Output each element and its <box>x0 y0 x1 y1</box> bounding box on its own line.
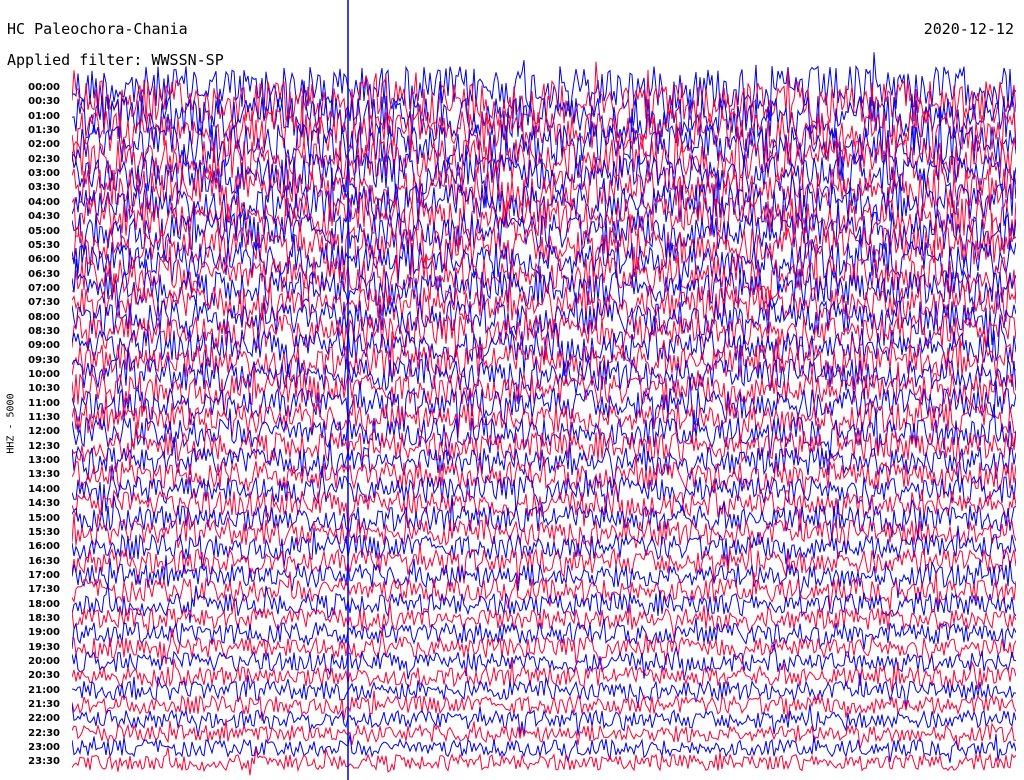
time-axis: 00:00 00:30 01:00 01:30 02:00 02:30 03:00 03:30… <box>0 0 70 780</box>
trace-row <box>72 495 1016 541</box>
time-label: 17:30 <box>28 584 60 596</box>
time-label: 06:00 <box>28 254 60 266</box>
time-label: 08:30 <box>28 325 60 337</box>
time-label: 00:30 <box>28 96 60 108</box>
time-label: 14:00 <box>28 483 60 495</box>
time-label: 09:00 <box>28 340 60 352</box>
time-label: 05:00 <box>28 225 60 237</box>
time-label: 23:30 <box>28 756 60 768</box>
time-label: 10:00 <box>28 369 60 380</box>
time-label: 21:00 <box>28 684 60 696</box>
time-label: 06:30 <box>28 268 60 280</box>
time-label: 19:00 <box>28 627 60 639</box>
time-label: 09:30 <box>28 354 60 366</box>
time-label: 05:30 <box>28 239 60 251</box>
time-label: 20:30 <box>28 670 60 682</box>
time-label: 01:30 <box>28 125 60 137</box>
time-label: 14:30 <box>28 498 60 510</box>
time-label: 11:30 <box>28 412 60 424</box>
time-label: 18:30 <box>28 612 60 624</box>
time-label: 23:00 <box>28 742 60 754</box>
time-label: 10:30 <box>28 383 60 395</box>
time-label: 02:30 <box>28 153 60 165</box>
time-label: 15:00 <box>28 512 60 524</box>
time-label: 21:30 <box>28 699 60 711</box>
time-label: 07:30 <box>28 297 60 309</box>
time-label: 11:00 <box>28 397 60 409</box>
trace-row <box>72 617 1016 651</box>
helicorder-traces <box>72 0 1016 780</box>
time-label: 08:00 <box>28 311 60 323</box>
trace-row <box>72 180 1016 252</box>
time-label: 13:00 <box>28 455 60 467</box>
time-label: 18:00 <box>28 598 60 610</box>
time-label: 12:00 <box>28 426 60 438</box>
time-label: 13:30 <box>28 469 60 481</box>
trace-row <box>72 540 1016 585</box>
time-label: 22:30 <box>28 727 60 739</box>
time-label: 01:00 <box>28 110 60 122</box>
time-label: 16:30 <box>28 555 60 567</box>
time-label: 15:30 <box>28 526 60 538</box>
time-label: 22:00 <box>28 713 60 725</box>
time-label: 02:00 <box>28 139 60 151</box>
time-label: 03:30 <box>28 182 60 194</box>
time-label: 03:00 <box>28 168 60 180</box>
trace-row <box>72 658 1016 693</box>
time-label: 07:00 <box>28 282 60 294</box>
time-label: 04:30 <box>28 211 60 223</box>
time-label: 17:00 <box>28 569 60 581</box>
time-label: 04:00 <box>28 196 60 208</box>
time-label: 16:00 <box>28 541 60 553</box>
time-label: 19:30 <box>28 641 60 653</box>
time-label: 00:00 <box>28 82 60 93</box>
time-label: 20:00 <box>28 656 60 667</box>
time-label: 12:30 <box>28 440 60 452</box>
